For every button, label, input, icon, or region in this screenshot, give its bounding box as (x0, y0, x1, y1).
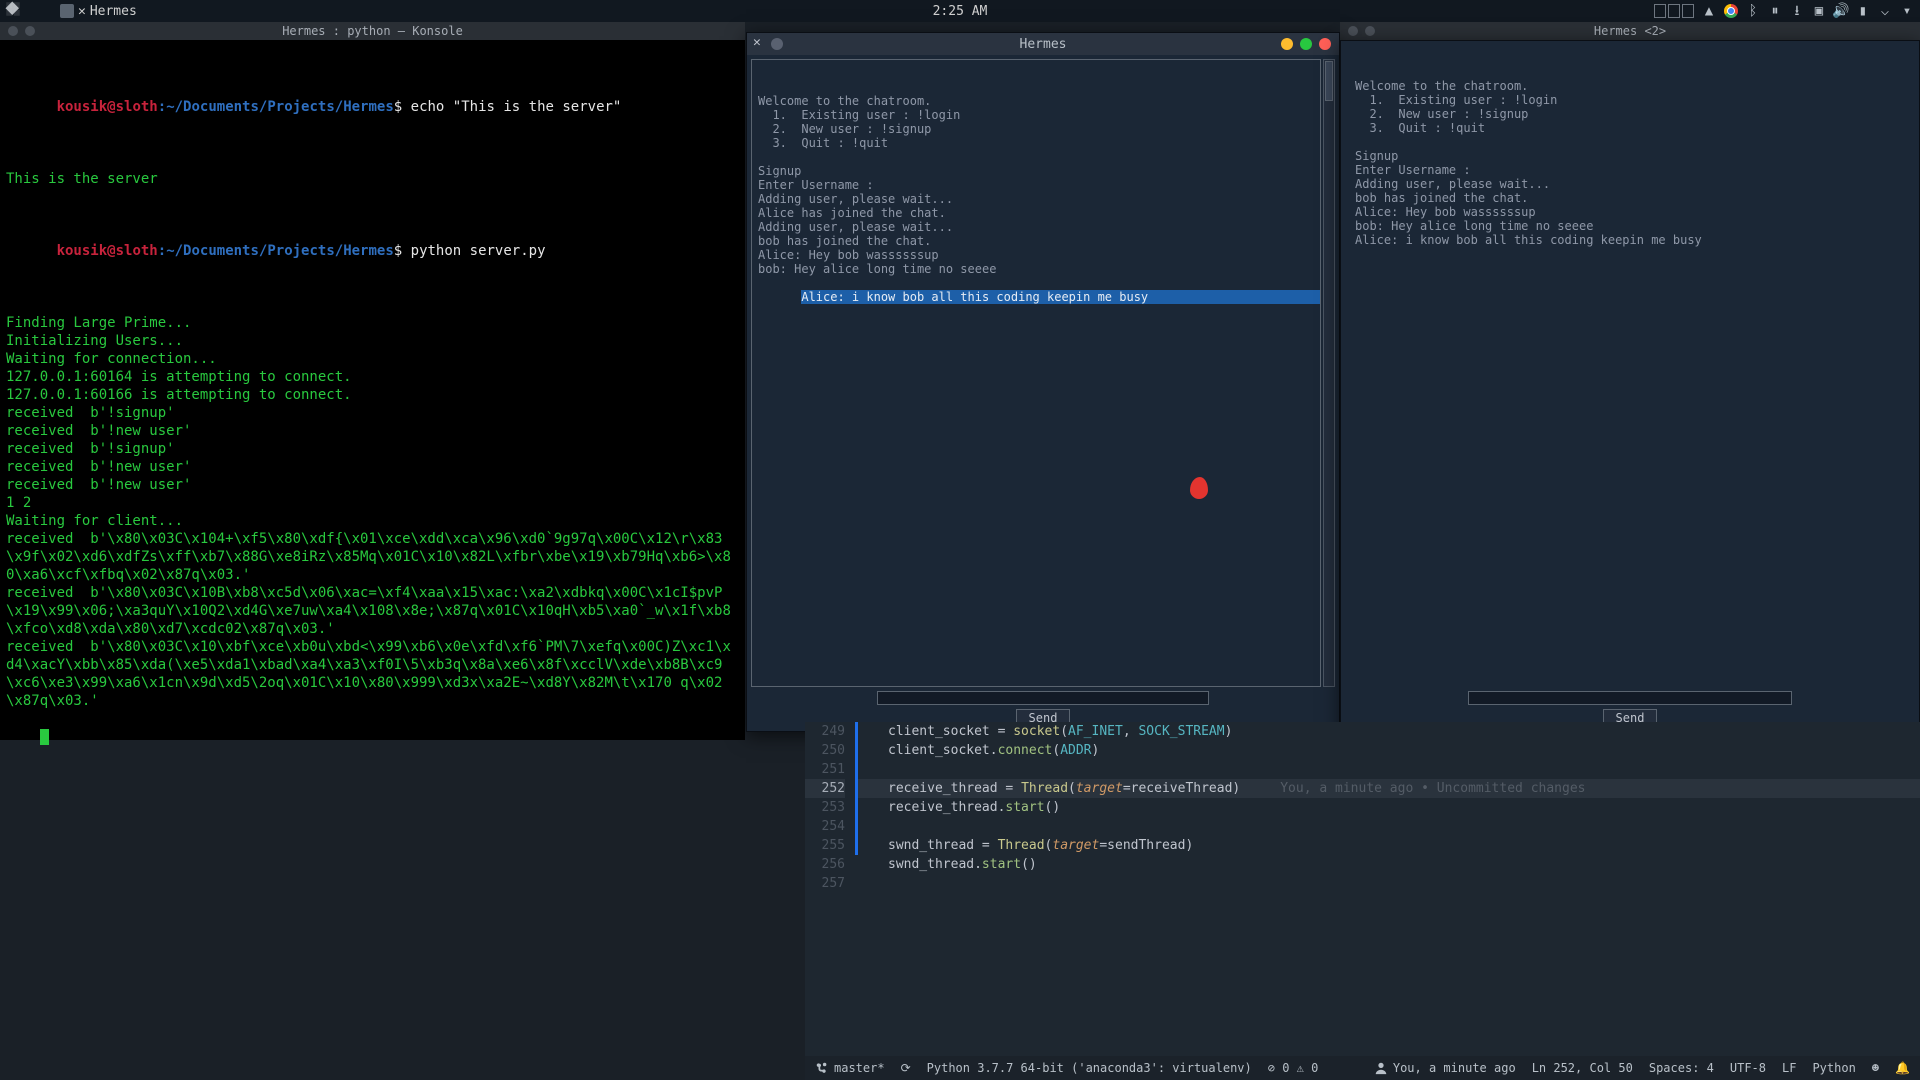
hermes1-selected-line: Alice: i know bob all this coding keepin… (801, 290, 1321, 304)
workspace-switcher-icon[interactable] (1654, 4, 1694, 18)
indent-setting[interactable]: Spaces: 4 (1649, 1061, 1714, 1075)
notifications-icon[interactable]: ▲ (1702, 4, 1716, 18)
hermes-window-1: ✕ Hermes Welcome to the chatroom. 1. Exi… (746, 32, 1340, 732)
konsole-titlebar: Hermes : python — Konsole (0, 22, 745, 40)
encoding[interactable]: UTF-8 (1730, 1061, 1766, 1075)
scrollbar-thumb[interactable] (1325, 61, 1333, 101)
hermes-window-2: Welcome to the chatroom. 1. Existing use… (1340, 40, 1920, 732)
editor-statusbar: master* ⟳ Python 3.7.7 64-bit ('anaconda… (805, 1056, 1920, 1080)
hermes2-panel-title: Hermes <2> (1594, 24, 1666, 38)
hermes1-title: Hermes (1020, 37, 1067, 52)
terminal-cursor (40, 729, 49, 745)
problems-count[interactable]: ⊘ 0 ⚠ 0 (1268, 1061, 1319, 1075)
wifi-icon[interactable]: ⌵ (1878, 4, 1892, 18)
scrollbar[interactable] (1323, 59, 1335, 687)
konsole-title: Hermes : python — Konsole (282, 24, 463, 38)
hermes1-chat-log[interactable]: Welcome to the chatroom. 1. Existing use… (751, 59, 1321, 687)
hermes2-panel-titlebar: Hermes <2> (1340, 22, 1920, 40)
hermes1-titlebar[interactable]: ✕ Hermes (747, 33, 1339, 55)
volume-icon[interactable]: 🔊 (1834, 4, 1848, 18)
bluetooth-icon[interactable]: ᛒ (1746, 4, 1760, 18)
eol[interactable]: LF (1782, 1061, 1796, 1075)
python-interpreter[interactable]: Python 3.7.7 64-bit ('anaconda3': virtua… (927, 1061, 1252, 1075)
battery-icon[interactable]: ▮ (1856, 4, 1870, 18)
menu-chevron-icon[interactable]: ▾ (1900, 4, 1914, 18)
media-icon[interactable]: ⏸ (1768, 4, 1782, 18)
git-sync[interactable]: ⟳ (901, 1061, 911, 1075)
editor-gutter: 249250251252253254255256257 (805, 722, 855, 893)
editor-code[interactable]: client_socket = socket(AF_INET, SOCK_STR… (858, 722, 1920, 893)
branch-icon (815, 1061, 829, 1075)
minimize-icon[interactable] (1281, 38, 1293, 50)
system-tray: ▲ ᛒ ⏸ ⭳ ▣ 🔊 ▮ ⌵ ▾ (1654, 4, 1914, 18)
language-mode[interactable]: Python (1812, 1061, 1855, 1075)
app-launcher-icon[interactable] (4, 0, 28, 22)
terminal-output[interactable]: kousik@sloth:~/Documents/Projects/Hermes… (0, 40, 745, 740)
system-taskbar: ✕ Hermes 2:25 AM ▲ ᛒ ⏸ ⭳ ▣ 🔊 ▮ ⌵ ▾ (0, 0, 1920, 22)
recording-cursor-icon (1190, 477, 1208, 499)
hermes2-message-input[interactable] (1468, 691, 1792, 705)
clipboard-icon[interactable]: ▣ (1812, 4, 1826, 18)
task-item-hermes[interactable]: ✕ Hermes (54, 4, 143, 19)
close-icon[interactable]: ✕ (753, 35, 761, 50)
hermes2-chat-log[interactable]: Welcome to the chatroom. 1. Existing use… (1349, 45, 1911, 687)
git-blame[interactable]: You, a minute ago (1374, 1061, 1516, 1075)
maximize-icon[interactable] (1300, 38, 1312, 50)
cursor-position[interactable]: Ln 252, Col 50 (1532, 1061, 1633, 1075)
task-icon (60, 4, 74, 18)
window-dot-icon[interactable] (771, 38, 783, 50)
task-label: Hermes (90, 4, 137, 19)
task-close-icon[interactable]: ✕ (78, 4, 86, 19)
taskbar-clock: 2:25 AM (933, 4, 988, 19)
notifications-bell-icon[interactable]: 🔔 (1895, 1061, 1910, 1075)
code-editor[interactable]: 249250251252253254255256257 client_socke… (805, 722, 1920, 1056)
hermes1-message-input[interactable] (877, 691, 1209, 705)
chrome-icon[interactable] (1724, 4, 1738, 18)
feedback-icon[interactable]: ☻ (1872, 1061, 1879, 1075)
close-window-icon[interactable] (1319, 38, 1331, 50)
git-branch[interactable]: master* (815, 1061, 885, 1075)
download-icon[interactable]: ⭳ (1790, 4, 1804, 18)
person-icon (1374, 1061, 1388, 1075)
